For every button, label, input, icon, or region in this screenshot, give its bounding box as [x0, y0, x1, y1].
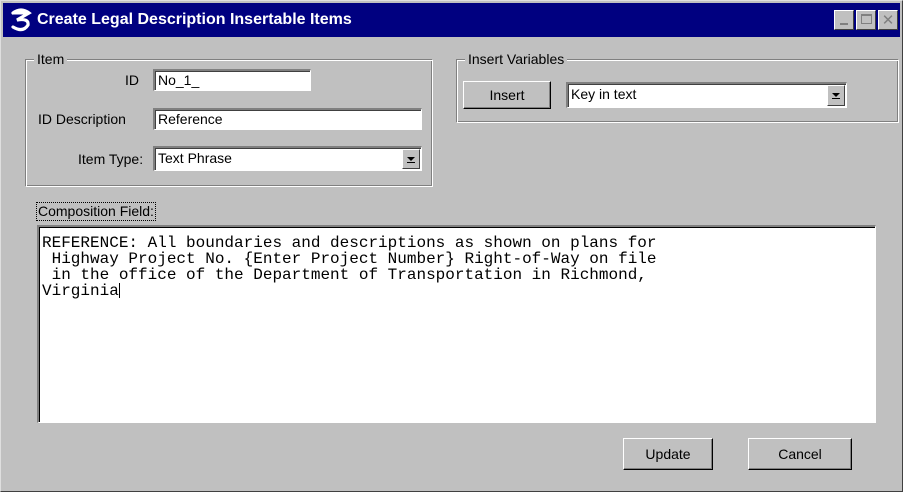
- window-title: Create Legal Description Insertable Item…: [37, 11, 352, 28]
- composition-label: Composition Field:: [36, 202, 156, 221]
- title-bar[interactable]: Create Legal Description Insertable Item…: [3, 3, 900, 37]
- insert-variables-title: Insert Variables: [465, 51, 568, 67]
- description-label: ID Description: [38, 111, 126, 127]
- composition-textarea[interactable]: REFERENCE: All boundaries and descriptio…: [37, 225, 876, 423]
- composition-line: Highway Project No. {Enter Project Numbe…: [42, 250, 657, 268]
- dialog-window: Create Legal Description Insertable Item…: [0, 0, 903, 492]
- text-caret: [118, 283, 120, 298]
- update-button[interactable]: Update: [623, 438, 713, 470]
- window-controls: ✕: [834, 10, 898, 30]
- minimize-button[interactable]: [834, 10, 854, 30]
- insert-variable-dropdown[interactable]: Key in text: [566, 82, 847, 108]
- item-type-value: Text Phrase: [158, 150, 232, 166]
- description-field[interactable]: Reference: [153, 108, 422, 130]
- insert-button[interactable]: Insert: [463, 81, 551, 109]
- id-label: ID: [125, 72, 139, 88]
- close-button[interactable]: ✕: [878, 10, 898, 30]
- composition-line: Virginia: [42, 282, 119, 300]
- item-group-title: Item: [34, 51, 68, 67]
- maximize-icon: [861, 14, 872, 24]
- insert-variable-value: Key in text: [571, 86, 637, 102]
- id-field[interactable]: No_1_: [153, 69, 311, 91]
- item-type-dropdown-button[interactable]: [402, 149, 420, 169]
- close-icon: ✕: [881, 11, 895, 29]
- cancel-button[interactable]: Cancel: [748, 438, 852, 470]
- app-logo-icon: [11, 8, 32, 32]
- item-type-dropdown[interactable]: Text Phrase: [153, 146, 422, 171]
- chevron-down-icon: [832, 93, 840, 97]
- composition-line: REFERENCE: All boundaries and descriptio…: [42, 234, 657, 252]
- minimize-icon: [840, 23, 848, 25]
- maximize-button[interactable]: [856, 10, 876, 30]
- chevron-down-icon: [407, 157, 415, 161]
- item-type-label: Item Type:: [78, 151, 144, 167]
- composition-line: in the office of the Department of Trans…: [42, 266, 647, 284]
- insert-variable-dropdown-button[interactable]: [827, 85, 845, 106]
